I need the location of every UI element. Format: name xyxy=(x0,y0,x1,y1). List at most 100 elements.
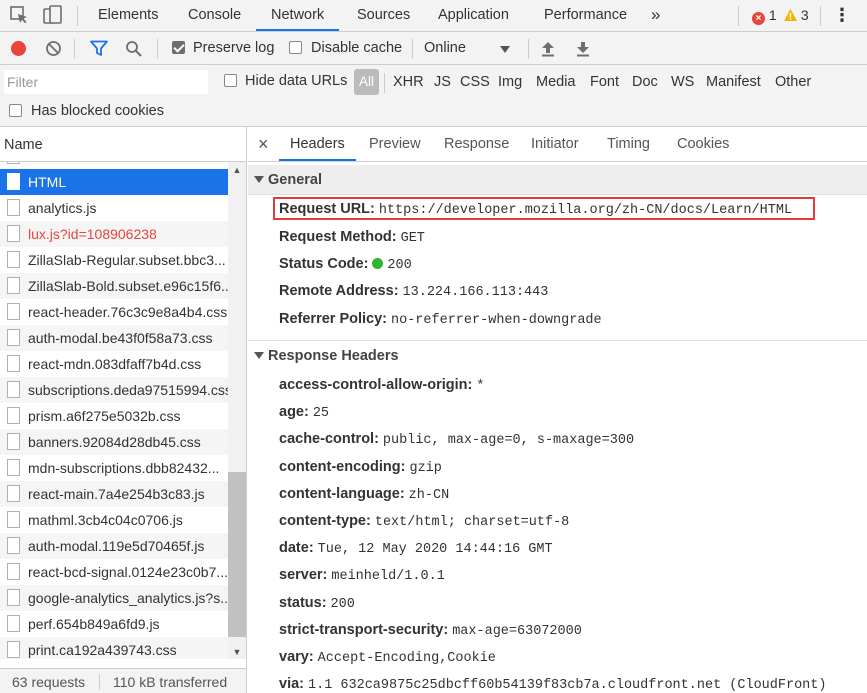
tab-preview[interactable]: Preview xyxy=(369,127,421,161)
list-item[interactable]: lux.js?id=108906238 xyxy=(0,221,228,247)
general-section-header[interactable]: General xyxy=(248,165,867,195)
request-url-value: https://developer.mozilla.org/zh-CN/docs… xyxy=(378,203,793,218)
throttling-select[interactable]: Online xyxy=(418,36,518,62)
hide-data-urls-checkbox[interactable] xyxy=(224,74,237,87)
header-value: max-age=63072000 xyxy=(452,623,582,639)
list-item[interactable]: perf.654b849a6fd9.js xyxy=(0,611,228,637)
list-item[interactable]: react-mdn.083dfaff7b4d.css xyxy=(0,351,228,377)
list-item[interactable]: auth-modal.119e5d70465f.js xyxy=(0,533,228,559)
file-icon xyxy=(7,537,20,554)
transferred-size: 110 kB transferred xyxy=(113,674,228,690)
header-value: Tue, 12 May 2020 14:44:16 GMT xyxy=(317,542,553,558)
filter-icon[interactable] xyxy=(90,40,108,57)
preserve-log-checkbox[interactable] xyxy=(172,41,185,54)
has-blocked-cookies-checkbox[interactable] xyxy=(9,104,22,117)
tab-response[interactable]: Response xyxy=(444,127,509,161)
disable-cache-label: Disable cache xyxy=(311,40,403,56)
close-detail-button[interactable]: × xyxy=(258,127,269,161)
request-name: react-mdn.083dfaff7b4d.css xyxy=(28,356,202,372)
list-item[interactable]: subscriptions.deda97515994.css xyxy=(0,377,228,403)
type-filter-manifest[interactable]: Manifest xyxy=(706,74,761,90)
status-code-row: Status Code: 200 xyxy=(279,253,412,275)
file-icon xyxy=(7,225,20,242)
tab-cookies[interactable]: Cookies xyxy=(677,127,729,161)
tab-performance[interactable]: Performance xyxy=(544,0,627,31)
request-name: google-analytics_analytics.js?s... xyxy=(28,590,228,606)
device-toolbar-icon[interactable] xyxy=(42,4,64,26)
filter-input[interactable] xyxy=(4,70,208,94)
scroll-up-icon[interactable]: ▲ xyxy=(228,163,246,177)
tab-headers[interactable]: Headers xyxy=(279,127,356,161)
error-count: 1 xyxy=(768,7,777,23)
file-icon xyxy=(7,589,20,606)
list-item[interactable]: mdn-subscriptions.dbb82432... xyxy=(0,455,228,481)
header-value: zh-CN xyxy=(408,487,450,503)
list-item[interactable] xyxy=(0,162,228,169)
file-icon xyxy=(7,329,20,346)
type-filter-ws[interactable]: WS xyxy=(671,74,694,90)
disable-cache-checkbox[interactable] xyxy=(289,41,302,54)
type-filter-css[interactable]: CSS xyxy=(460,74,490,90)
list-item[interactable]: ZillaSlab-Regular.subset.bbc3... xyxy=(0,247,228,273)
name-column-header[interactable]: Name xyxy=(0,127,246,162)
list-item[interactable]: react-bcd-signal.0124e23c0b7... xyxy=(0,559,228,585)
list-item[interactable]: auth-modal.be43f0f58a73.css xyxy=(0,325,228,351)
customize-menu-button[interactable]: ⋮ xyxy=(833,0,851,31)
list-item[interactable]: react-header.76c3c9e8a4b4.css xyxy=(0,299,228,325)
scroll-down-icon[interactable]: ▼ xyxy=(228,645,246,659)
list-item[interactable]: ZillaSlab-Bold.subset.e96c15f6... xyxy=(0,273,228,299)
more-tabs-button[interactable]: » xyxy=(651,0,660,31)
record-button[interactable] xyxy=(11,41,26,56)
list-item[interactable]: analytics.js xyxy=(0,195,228,221)
request-name: react-main.7a4e254b3c83.js xyxy=(28,486,205,502)
tab-elements[interactable]: Elements xyxy=(98,0,158,31)
response-headers-title: Response Headers xyxy=(268,348,399,364)
warning-badge[interactable]: 3 xyxy=(784,6,809,24)
type-filter-media[interactable]: Media xyxy=(536,74,576,90)
inspect-element-icon[interactable] xyxy=(8,4,30,26)
request-method-row: Request Method: GET xyxy=(279,226,425,248)
list-item[interactable]: print.ca192a439743.css xyxy=(0,637,228,659)
type-filter-font[interactable]: Font xyxy=(590,74,619,90)
list-item[interactable]: prism.a6f275e5032b.css xyxy=(0,403,228,429)
tab-initiator[interactable]: Initiator xyxy=(531,127,579,161)
response-headers-section-header[interactable]: Response Headers xyxy=(248,340,867,370)
response-header-row: age: 25 xyxy=(279,401,329,423)
request-name: prism.a6f275e5032b.css xyxy=(28,408,181,424)
tab-console[interactable]: Console xyxy=(188,0,241,31)
tab-application[interactable]: Application xyxy=(438,0,509,31)
scrollbar-thumb[interactable] xyxy=(228,472,246,637)
export-har-icon[interactable] xyxy=(575,40,591,57)
file-icon xyxy=(7,641,20,658)
request-name: banners.92084d28db45.css xyxy=(28,434,201,450)
expand-triangle-icon xyxy=(254,176,264,183)
list-item[interactable]: banners.92084d28db45.css xyxy=(0,429,228,455)
list-item[interactable]: google-analytics_analytics.js?s... xyxy=(0,585,228,611)
list-item[interactable]: react-main.7a4e254b3c83.js xyxy=(0,481,228,507)
request-name: react-header.76c3c9e8a4b4.css xyxy=(28,304,228,320)
expand-triangle-icon xyxy=(254,352,264,359)
header-value: text/html; charset=utf-8 xyxy=(374,515,570,530)
tab-timing[interactable]: Timing xyxy=(607,127,650,161)
type-filter-all[interactable]: All xyxy=(354,69,379,95)
import-har-icon[interactable] xyxy=(540,40,556,57)
referrer-policy-row: Referrer Policy: no-referrer-when-downgra… xyxy=(279,308,602,330)
type-filter-img[interactable]: Img xyxy=(498,74,522,90)
error-badge[interactable]: × 1 xyxy=(752,6,777,25)
tab-network[interactable]: Network xyxy=(256,0,340,31)
clear-icon[interactable] xyxy=(45,40,62,57)
type-filter-other[interactable]: Other xyxy=(775,74,811,90)
type-filter-xhr[interactable]: XHR xyxy=(393,74,424,90)
type-filter-js[interactable]: JS xyxy=(434,74,451,90)
response-header-row: server: meinheld/1.0.1 xyxy=(279,564,445,586)
header-value: * xyxy=(476,379,485,394)
tab-sources[interactable]: Sources xyxy=(357,0,410,31)
request-url-row: Request URL: https://developer.mozilla.or… xyxy=(279,198,792,220)
toolbar-divider xyxy=(820,6,821,26)
type-filter-doc[interactable]: Doc xyxy=(632,74,658,90)
list-item[interactable]: mathml.3cb4c04c0706.js xyxy=(0,507,228,533)
toolbar-divider xyxy=(77,6,78,26)
request-list-panel: Name HTML analytics.js lux.js?id=108906238… xyxy=(0,127,247,693)
search-icon[interactable] xyxy=(125,40,143,58)
list-item[interactable]: HTML xyxy=(0,169,228,195)
